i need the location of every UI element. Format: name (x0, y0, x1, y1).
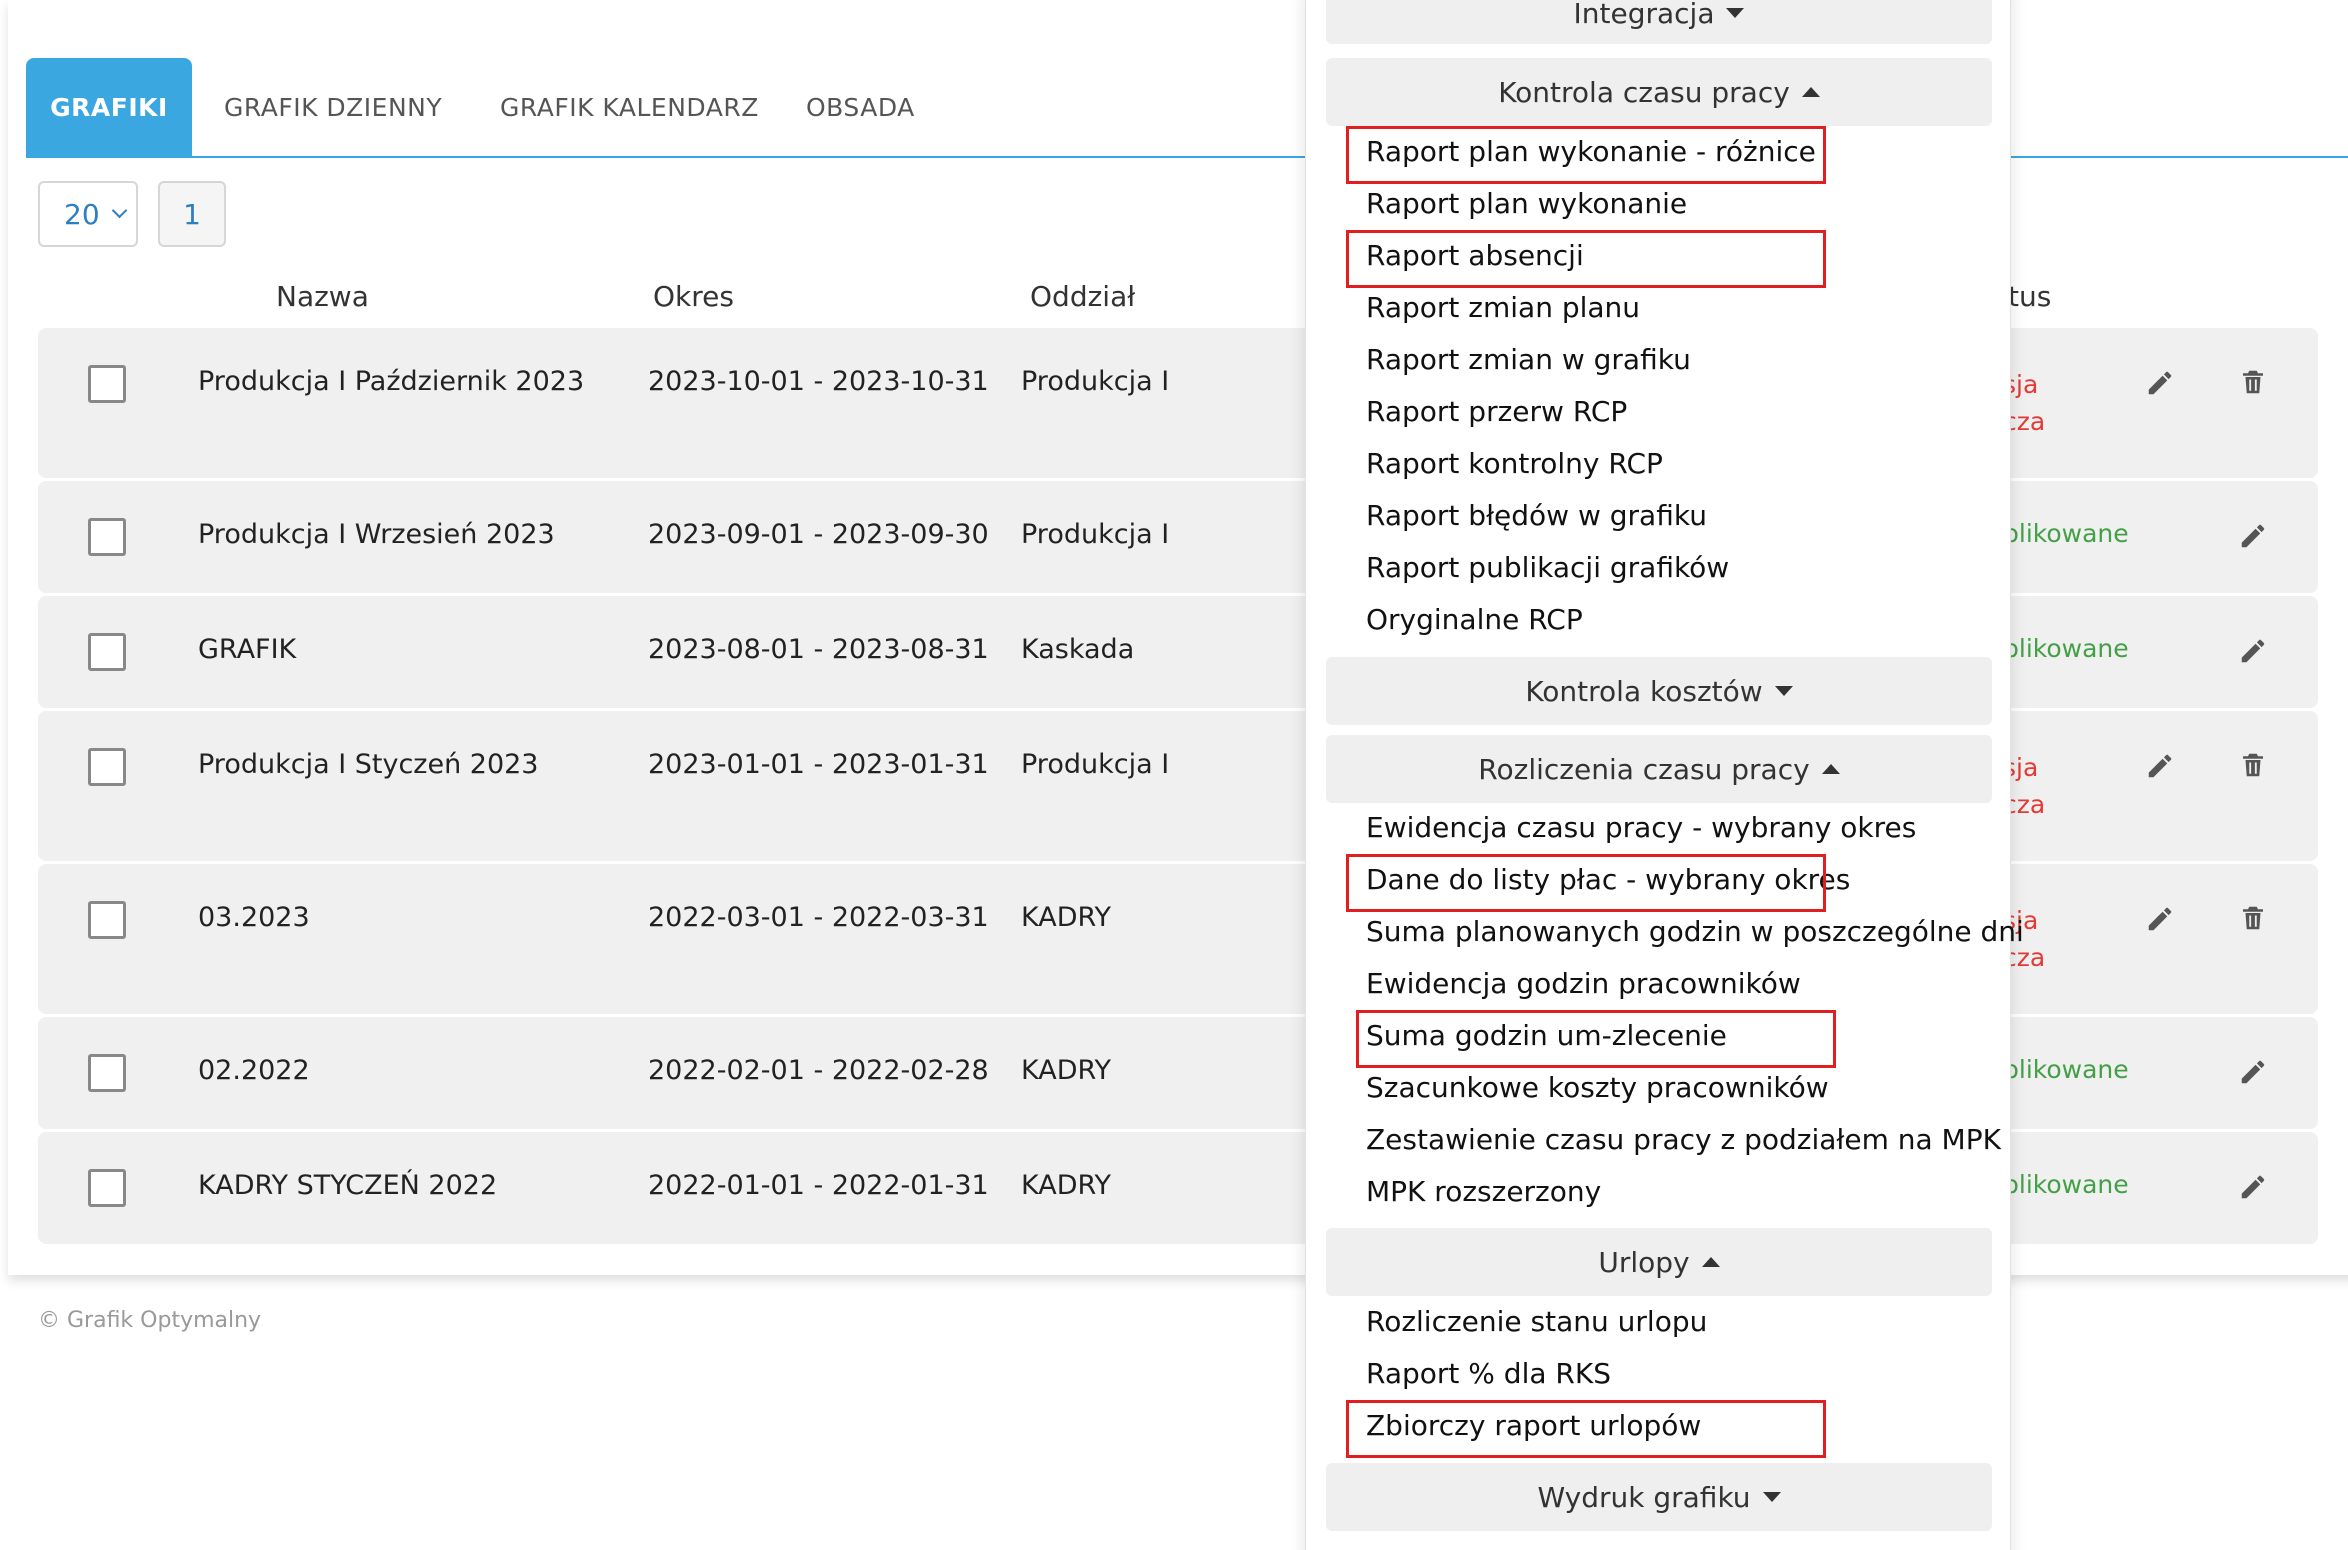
tab-grafik-kalendarz[interactable]: GRAFIK KALENDARZ (500, 58, 759, 156)
section-wydruk-grafiku[interactable]: Wydruk grafiku (1326, 1463, 1992, 1531)
pencil-icon[interactable] (2145, 368, 2175, 398)
tab-grafik-dzienny[interactable]: GRAFIK DZIENNY (224, 58, 442, 156)
row-period: 2022-01-01 - 2022-01-31 (648, 1170, 989, 1201)
section-urlopy[interactable]: Urlopy (1326, 1228, 1992, 1296)
row-name: Produkcja I Wrzesień 2023 (198, 519, 555, 550)
row-name: Produkcja I Styczeń 2023 (198, 749, 539, 780)
pencil-icon[interactable] (2238, 521, 2268, 551)
row-period: 2022-02-01 - 2022-02-28 (648, 1055, 989, 1086)
row-period: 2023-01-01 - 2023-01-31 (648, 749, 989, 780)
section-title: Urlopy (1598, 1245, 1690, 1279)
row-name: 03.2023 (198, 902, 310, 933)
highlight-box (1346, 230, 1826, 288)
section-title: Kontrola kosztów (1525, 674, 1763, 708)
menu-item[interactable]: Raport zmian w grafiku (1366, 343, 1691, 376)
menu-item[interactable]: Raport publikacji grafików (1366, 551, 1729, 584)
status-badge: blikowane (2003, 1055, 2129, 1084)
pencil-icon[interactable] (2238, 1057, 2268, 1087)
menu-item[interactable]: MPK rozszerzony (1366, 1175, 1601, 1208)
trash-icon[interactable] (2238, 902, 2268, 934)
chevron-down-icon (111, 202, 127, 218)
row-checkbox[interactable] (88, 633, 126, 671)
caret-up-icon (1801, 87, 1820, 97)
status-badge: blikowane (2003, 519, 2129, 548)
menu-item[interactable]: Raport % dla RKS (1366, 1357, 1611, 1390)
row-checkbox[interactable] (88, 1054, 126, 1092)
section-integracja[interactable]: Integracja (1326, 0, 1992, 44)
menu-item[interactable]: Ewidencja godzin pracowników (1366, 967, 1801, 1000)
section-title: Rozliczenia czasu pracy (1478, 752, 1810, 786)
tab-obsada[interactable]: OBSADA (806, 58, 915, 156)
section-title: Wydruk grafiku (1537, 1480, 1751, 1514)
tab-grafiki[interactable]: GRAFIKI (26, 58, 192, 156)
row-name: 02.2022 (198, 1055, 310, 1086)
page-size-value: 20 (64, 197, 100, 231)
row-department: KADRY (1021, 902, 1112, 933)
row-period: 2023-08-01 - 2023-08-31 (648, 634, 989, 665)
highlight-box (1346, 126, 1826, 184)
reports-dropdown: Integracja Kontrola czasu pracy Raport p… (1305, 0, 2024, 1550)
caret-up-icon (1701, 1257, 1720, 1267)
highlight-box (1346, 854, 1826, 912)
row-department: Produkcja I (1021, 519, 1170, 550)
menu-item[interactable]: Oryginalne RCP (1366, 603, 1583, 636)
highlight-box (1356, 1010, 1836, 1068)
row-department: KADRY (1021, 1170, 1112, 1201)
pencil-icon[interactable] (2238, 636, 2268, 666)
menu-item[interactable]: Szacunkowe koszty pracowników (1366, 1071, 1829, 1104)
pencil-icon[interactable] (2145, 904, 2175, 934)
footer-copyright: © Grafik Optymalny (38, 1308, 262, 1333)
menu-item[interactable]: Raport błędów w grafiku (1366, 499, 1707, 532)
header-period[interactable]: Okres (653, 280, 734, 313)
section-title: Integracja (1573, 0, 1715, 30)
menu-item[interactable]: Raport zmian planu (1366, 291, 1640, 324)
section-kontrola-czasu-pracy[interactable]: Kontrola czasu pracy (1326, 58, 1992, 126)
row-checkbox[interactable] (88, 1169, 126, 1207)
caret-down-icon (1726, 8, 1745, 18)
row-department: Produkcja I (1021, 749, 1170, 780)
menu-item[interactable]: Ewidencja czasu pracy - wybrany okres (1366, 811, 1916, 844)
menu-item[interactable]: Raport kontrolny RCP (1366, 447, 1663, 480)
menu-item[interactable]: Zestawienie czasu pracy z podziałem na M… (1366, 1123, 2001, 1156)
menu-item[interactable]: Raport plan wykonanie (1366, 187, 1687, 220)
trash-icon[interactable] (2238, 366, 2268, 398)
section-title: Kontrola czasu pracy (1498, 75, 1790, 109)
page-size-select[interactable]: 20 (38, 181, 138, 247)
header-name[interactable]: Nazwa (276, 280, 369, 313)
caret-down-icon (1774, 686, 1793, 696)
header-status[interactable]: tus (2008, 280, 2051, 313)
section-rozliczenia-czasu-pracy[interactable]: Rozliczenia czasu pracy (1326, 735, 1992, 803)
status-badge: blikowane (2003, 1170, 2129, 1199)
row-period: 2022-03-01 - 2022-03-31 (648, 902, 989, 933)
row-department: Produkcja I (1021, 366, 1170, 397)
row-checkbox[interactable] (88, 748, 126, 786)
row-department: Kaskada (1021, 634, 1135, 665)
menu-item[interactable]: Suma planowanych godzin w poszczególne d… (1366, 915, 2024, 948)
row-checkbox[interactable] (88, 518, 126, 556)
menu-item[interactable]: Raport przerw RCP (1366, 395, 1627, 428)
pencil-icon[interactable] (2238, 1172, 2268, 1202)
row-checkbox[interactable] (88, 365, 126, 403)
page-button[interactable]: 1 (158, 181, 226, 247)
highlight-box (1346, 1400, 1826, 1458)
section-kontrola-kosztow[interactable]: Kontrola kosztów (1326, 657, 1992, 725)
row-name: KADRY STYCZEŃ 2022 (198, 1170, 498, 1201)
menu-item[interactable]: Rozliczenie stanu urlopu (1366, 1305, 1707, 1338)
header-department[interactable]: Oddział (1030, 280, 1135, 313)
row-period: 2023-09-01 - 2023-09-30 (648, 519, 989, 550)
status-badge: blikowane (2003, 634, 2129, 663)
caret-up-icon (1821, 764, 1840, 774)
caret-down-icon (1762, 1492, 1781, 1502)
pencil-icon[interactable] (2145, 751, 2175, 781)
row-name: GRAFIK (198, 634, 297, 665)
row-checkbox[interactable] (88, 901, 126, 939)
row-period: 2023-10-01 - 2023-10-31 (648, 366, 989, 397)
trash-icon[interactable] (2238, 749, 2268, 781)
row-name: Produkcja I Październik 2023 (198, 366, 585, 397)
row-department: KADRY (1021, 1055, 1112, 1086)
